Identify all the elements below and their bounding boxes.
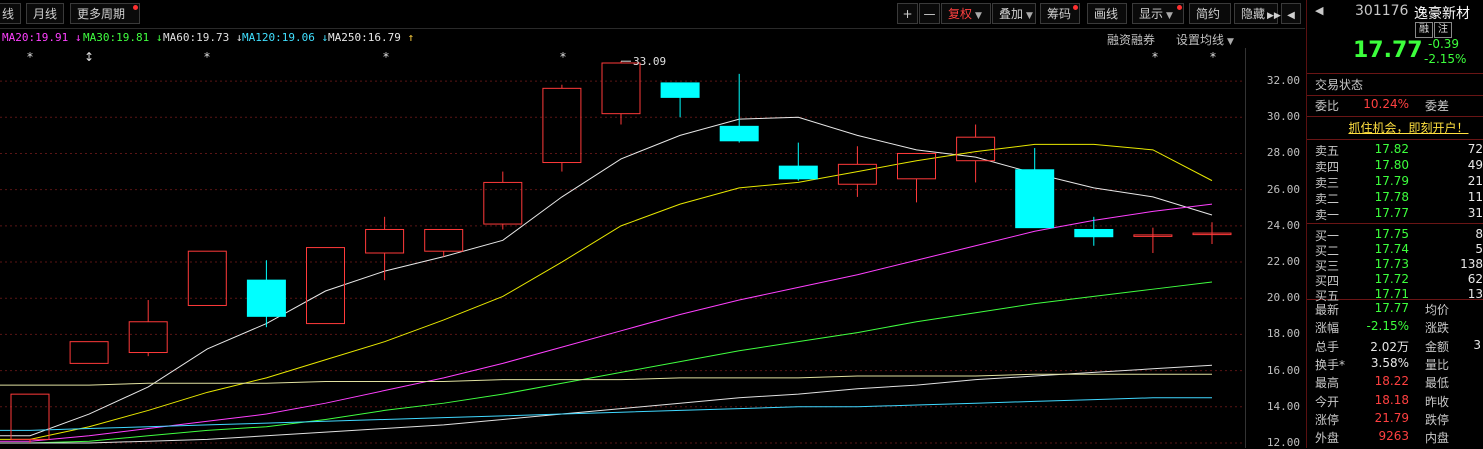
zoom-in-button[interactable]: + [897, 3, 918, 24]
candle-up [483, 181, 523, 225]
quote-panel: ◀ 301176 逸豪新材 融 注 17.77 -0.39 -2.15% 交易状… [1306, 0, 1483, 448]
event-marker: * [560, 50, 566, 64]
ask-row: 卖一 17.77 31 [1315, 206, 1483, 222]
ma-legend: MA20:19.91 ↓ MA30:19.81 ↓ MA60:19.73 ↓ M… [0, 29, 1240, 47]
dropdown-arrow-icon: ▼ [1227, 37, 1234, 47]
stat-row: 总手 2.02万 金额 3 [1315, 337, 1481, 354]
candle-down [719, 125, 759, 142]
stat-row: 最新 17.77 均价 [1315, 301, 1450, 317]
stat-row: 外盘 9263 内盘 [1315, 429, 1450, 446]
current-price: 17.77 [1353, 38, 1423, 63]
ma-line-ma20 [0, 203, 1213, 442]
y-tick-label: 22.00 [1266, 255, 1300, 269]
more-periods-button[interactable]: 更多周期 [70, 3, 141, 24]
simple-mode-button[interactable]: 简约 [1189, 3, 1231, 24]
kline-chart[interactable]: 33.09 * ↕ * * * * * [0, 48, 1245, 448]
y-tick-label: 18.00 [1266, 327, 1300, 341]
candle-down [1015, 169, 1055, 229]
stat-row: 最高 18.22 最低 [1315, 374, 1450, 391]
stock-name: 逸豪新材 [1414, 6, 1470, 22]
candle-up [542, 87, 582, 164]
divider [1307, 116, 1483, 117]
candle-up [897, 152, 936, 180]
dropdown-arrow-icon: ▼ [1026, 11, 1033, 21]
event-marker: * [1210, 50, 1216, 64]
zoom-out-button[interactable]: — [919, 3, 940, 24]
margin-tag: 融 [1415, 22, 1433, 38]
stat-row: 涨停 21.79 跌停 [1315, 410, 1450, 427]
candle-up [10, 393, 50, 440]
chart-toolbar: 线 月线 更多周期 + — 复权 ▼ 叠加 ▼ 筹码 画线 显示 ▼ 简约 隐藏 ▶▶ … [0, 0, 1305, 29]
candle-up [365, 228, 405, 254]
y-tick-label: 32.00 [1266, 74, 1300, 88]
trade-status-row: 交易状态 [1315, 78, 1364, 92]
overlay-dropdown[interactable]: 叠加 ▼ [992, 3, 1036, 24]
double-chevron-right-icon: ▶▶ [1267, 11, 1281, 21]
y-tick-label: 30.00 [1266, 110, 1300, 124]
draw-line-button[interactable]: 画线 [1087, 3, 1127, 24]
y-tick-label: 20.00 [1266, 291, 1300, 305]
chips-button[interactable]: 筹码 [1040, 3, 1080, 24]
stat-row: 换手* 3.58% 量比 [1315, 355, 1450, 372]
period-day-button[interactable]: 线 [0, 3, 22, 24]
high-price-label: 33.09 [633, 55, 666, 68]
candle-up [187, 250, 227, 306]
candle-down [246, 279, 286, 317]
ma250-label: MA250:16.79 ↑ [328, 31, 415, 44]
y-tick-label: 12.00 [1266, 436, 1300, 449]
chevron-left-icon: ◀ [1287, 10, 1295, 21]
back-arrow-icon[interactable]: ◀ [1315, 4, 1323, 17]
stat-row: 今开 18.18 昨收 [1315, 392, 1450, 409]
notification-dot [1177, 5, 1182, 10]
candle-down [1074, 228, 1114, 238]
candle-down [778, 165, 818, 180]
price-change-pct: -2.15% [1424, 52, 1467, 66]
dropdown-arrow-icon: ▼ [975, 11, 982, 21]
notification-dot [133, 5, 139, 10]
ma-settings-button[interactable]: 设置均线 ▼ [1176, 31, 1234, 48]
ma-line-ma120 [0, 397, 1212, 431]
candle-up [306, 247, 345, 325]
divider [1307, 139, 1483, 140]
open-account-link[interactable]: 抓住机会，即刻开户！ [1307, 119, 1483, 137]
ma-line-ma5 [0, 116, 1213, 437]
y-tick-label: 14.00 [1266, 399, 1300, 413]
ma120-label: MA120:19.06 ↓ [242, 31, 329, 44]
y-tick-label: 16.00 [1266, 363, 1300, 377]
stat-row: 涨幅 -2.15% 涨跌 [1315, 319, 1450, 336]
adjust-rights-dropdown[interactable]: 复权 ▼ [941, 3, 991, 24]
dropdown-arrow-icon: ▼ [1166, 11, 1173, 21]
notification-dot [1073, 5, 1078, 10]
price-axis: 32.00 30.00 28.00 26.00 24.00 22.00 20.00 18.00… [1245, 48, 1306, 449]
event-marker: * [204, 50, 210, 64]
stock-code: 301176 [1355, 3, 1409, 19]
ma60-label: MA60:19.73 ↓ [163, 31, 243, 44]
ma-line-ma60 [0, 364, 1213, 444]
event-marker: * [27, 50, 33, 64]
candle-down [660, 82, 700, 98]
price-change: -0.39 [1428, 37, 1460, 51]
candle-up [424, 228, 464, 252]
candle-up [128, 321, 168, 354]
candle-up [601, 62, 641, 115]
ma20-label: MA20:19.91 ↓ [2, 31, 82, 44]
event-marker: * [1152, 50, 1158, 64]
margin-trading-button[interactable]: 融资融券 [1107, 31, 1155, 48]
period-month-button[interactable]: 月线 [26, 3, 65, 24]
order-ratio-row: 委比 10.24% 委差 [1315, 97, 1450, 113]
note-tag: 注 [1434, 22, 1452, 38]
event-marker: ↕ [84, 50, 94, 64]
ma-line-ma30 [0, 281, 1213, 444]
hide-panel-button[interactable]: 隐藏 ▶▶ [1234, 3, 1281, 24]
divider [1307, 95, 1483, 96]
display-dropdown[interactable]: 显示 ▼ [1132, 3, 1184, 24]
collapse-button[interactable]: ◀ [1281, 3, 1301, 24]
event-marker: * [383, 50, 389, 64]
y-tick-label: 26.00 [1266, 182, 1300, 196]
y-tick-label: 28.00 [1266, 146, 1300, 160]
divider [1307, 73, 1483, 74]
y-tick-label: 24.00 [1266, 218, 1300, 232]
candle-up [69, 341, 109, 364]
ma30-label: MA30:19.81 ↓ [83, 31, 163, 44]
